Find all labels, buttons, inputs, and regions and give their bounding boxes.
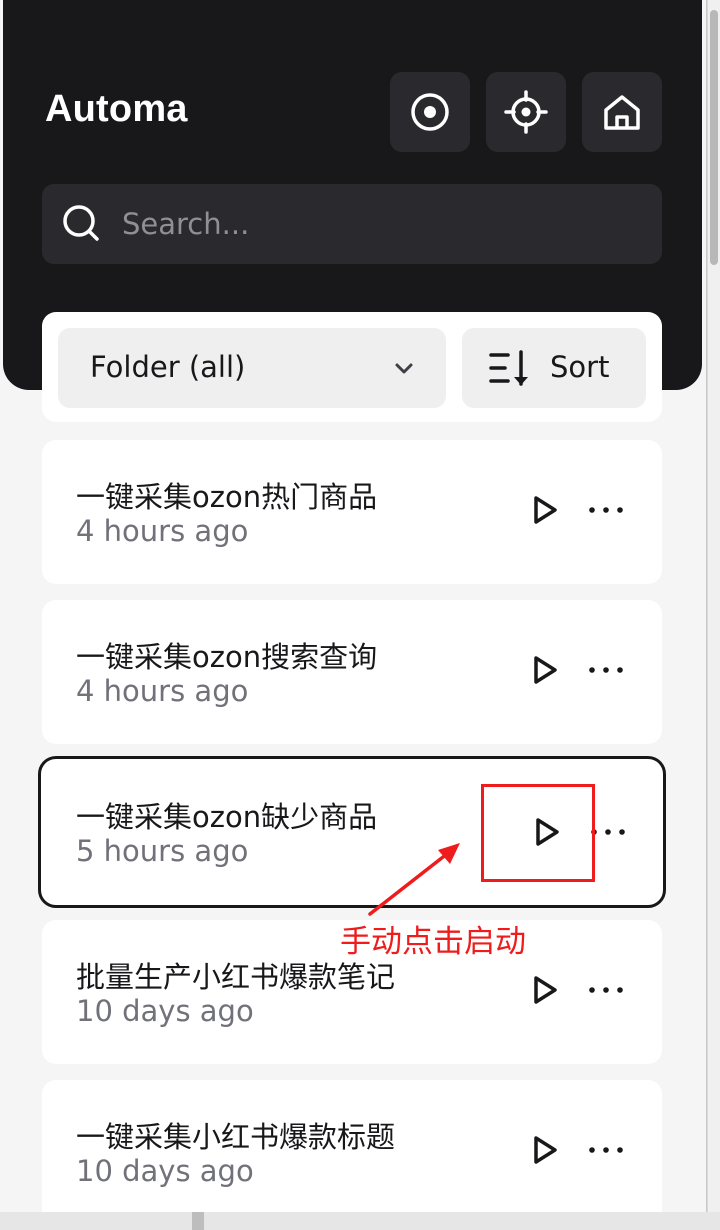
element-selector-button[interactable] — [486, 72, 566, 152]
more-options-icon[interactable] — [586, 494, 626, 526]
crosshair-icon — [504, 90, 548, 134]
workflow-card[interactable]: 一键采集ozon搜索查询 4 hours ago — [42, 600, 662, 744]
workflow-updated-time: 10 days ago — [76, 994, 254, 1028]
play-icon[interactable] — [528, 974, 560, 1006]
sort-icon — [489, 350, 528, 386]
search-input[interactable] — [122, 184, 642, 264]
workflow-name: 一键采集ozon搜索查询 — [76, 640, 378, 674]
play-icon[interactable] — [528, 494, 560, 526]
more-options-icon[interactable] — [586, 974, 626, 1006]
filter-bar: Folder (all) Sort — [42, 312, 662, 422]
dashboard-home-button[interactable] — [582, 72, 662, 152]
workflow-updated-time: 4 hours ago — [76, 674, 249, 708]
background-window-strip — [0, 1212, 720, 1230]
folder-select[interactable]: Folder (all) — [58, 328, 446, 408]
app-title: Automa — [45, 88, 188, 130]
folder-select-label: Folder (all) — [90, 350, 246, 384]
record-button[interactable] — [390, 72, 470, 152]
workflow-name: 一键采集小红书爆款标题 — [76, 1120, 396, 1154]
annotation-highlight-box — [481, 784, 595, 882]
workflow-updated-time: 10 days ago — [76, 1154, 254, 1188]
chevron-down-icon — [395, 363, 413, 374]
background-divider — [192, 1212, 204, 1230]
workflow-updated-time: 4 hours ago — [76, 514, 249, 548]
record-icon — [411, 93, 449, 131]
sort-button[interactable]: Sort — [462, 328, 646, 408]
workflow-name: 一键采集ozon缺少商品 — [76, 800, 378, 834]
play-icon[interactable] — [528, 1134, 560, 1166]
search-box — [42, 184, 662, 264]
annotation-label: 手动点击启动 — [340, 924, 526, 960]
workflow-updated-time: 5 hours ago — [76, 834, 249, 868]
sort-label: Sort — [550, 350, 610, 384]
workflow-name: 一键采集ozon热门商品 — [76, 480, 378, 514]
more-options-icon[interactable] — [586, 1134, 626, 1166]
search-icon — [63, 205, 99, 241]
workflow-card[interactable]: 一键采集小红书爆款标题 10 days ago — [42, 1080, 662, 1212]
automa-popup: Automa Search... Folder (all) Sort 一键采集o… — [0, 0, 707, 1212]
workflow-card[interactable]: 一键采集ozon热门商品 4 hours ago — [42, 440, 662, 584]
more-options-icon[interactable] — [586, 654, 626, 686]
home-icon — [604, 95, 640, 130]
play-icon[interactable] — [528, 654, 560, 686]
scrollbar-thumb[interactable] — [710, 10, 718, 265]
